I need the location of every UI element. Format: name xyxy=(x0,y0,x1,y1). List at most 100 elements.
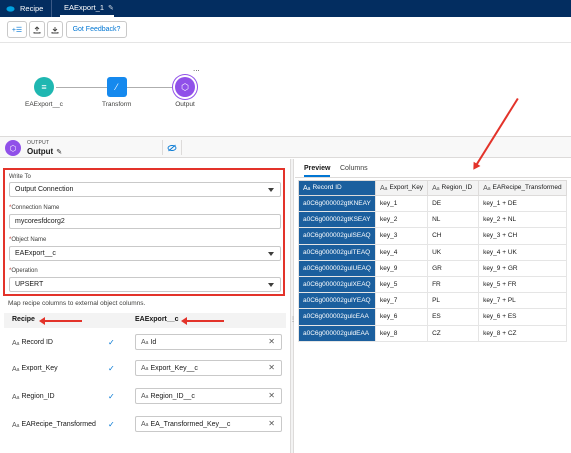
table-cell: a0C6g000002gulSEAQ xyxy=(298,227,376,245)
table-cell: key_5 + FR xyxy=(478,275,568,294)
mapping-target-field[interactable]: Aa Id ✕ xyxy=(135,334,282,350)
text-type-icon: Aa xyxy=(141,392,149,400)
panel-kicker: OUTPUT xyxy=(27,140,50,146)
node-more-menu[interactable]: ... xyxy=(193,64,200,73)
table-row: a0C6g000002gulTEAQ key_4 UK key_4 + UK xyxy=(298,243,568,261)
mapping-source-label: EARecipe_Transformed xyxy=(21,421,96,428)
mapping-source: Aa EARecipe_Transformed xyxy=(12,421,96,429)
table-cell: NL xyxy=(427,211,480,229)
write-to-label: Write To xyxy=(9,174,31,180)
add-data-button[interactable]: +☰ xyxy=(7,21,27,38)
panel-title-text: Output xyxy=(27,147,54,156)
mapping-target-field[interactable]: Aa Export_Key__c ✕ xyxy=(135,360,282,376)
table-cell: key_7 xyxy=(374,292,429,310)
column-header[interactable]: Aa Record ID xyxy=(298,180,376,196)
mapping-target-label: EA_Transformed_Key__c xyxy=(150,420,231,428)
tab-columns[interactable]: Columns xyxy=(340,165,368,172)
table-cell: key_1 + DE xyxy=(478,194,568,213)
text-type-icon: Aa xyxy=(380,185,388,192)
connection-name-label: *Connection Name xyxy=(9,205,59,211)
tab-preview[interactable]: Preview xyxy=(304,165,331,177)
table-cell: a0C6g000002gulYEAQ xyxy=(298,292,376,310)
salesforce-cloud-icon[interactable] xyxy=(6,4,15,13)
table-cell: key_8 xyxy=(374,324,429,342)
node-output[interactable]: ⬡ Output xyxy=(175,77,195,108)
recipe-canvas[interactable]: ≡ EAExport__c ⁄ Transform ⬡ Output ... xyxy=(0,44,571,135)
close-icon[interactable]: ✕ xyxy=(268,337,275,346)
chevron-down-icon xyxy=(268,252,274,256)
column-header-label: Record ID xyxy=(312,184,342,191)
connection-name-input[interactable]: mycoresfdcorg2 xyxy=(9,214,281,229)
table-row: a0C6g000002gulXEAQ key_5 FR key_5 + FR xyxy=(298,275,568,294)
output-hexagon-icon: ⬡ xyxy=(5,140,21,156)
object-name-label-text: Object Name xyxy=(11,237,47,243)
add-data-icon: +☰ xyxy=(11,26,23,34)
table-row: a0C6g000002gtKSEAY key_2 NL key_2 + NL xyxy=(298,211,568,229)
mapping-target-field[interactable]: Aa Region_ID__c ✕ xyxy=(135,388,282,404)
table-cell: key_3 + CH xyxy=(478,227,568,245)
panel-resize-divider[interactable] xyxy=(290,159,294,453)
tab-recipe[interactable]: Recipe xyxy=(20,0,53,17)
operation-label-text: Operation xyxy=(11,268,38,274)
upload-icon xyxy=(33,25,41,33)
tab-eaexport-label: EAExport_1 xyxy=(64,3,105,12)
close-icon[interactable]: ✕ xyxy=(268,419,275,428)
operation-value: UPSERT xyxy=(15,281,44,288)
close-icon[interactable]: ✕ xyxy=(268,391,275,400)
download-button[interactable] xyxy=(47,21,63,38)
table-row: a0C6g000002guldEAA key_8 CZ key_8 + CZ xyxy=(298,324,568,342)
mapping-source-label: Export_Key xyxy=(21,365,58,372)
database-icon: ≡ xyxy=(33,77,54,97)
hide-preview-button[interactable] xyxy=(162,140,182,155)
mapping-col-recipe: Recipe xyxy=(12,316,35,323)
table-cell: key_8 + CZ xyxy=(478,324,568,342)
mapping-target-field[interactable]: Aa EA_Transformed_Key__c ✕ xyxy=(135,416,282,432)
wand-icon: ⁄ xyxy=(106,77,127,97)
node-eaexport[interactable]: ≡ EAExport__c xyxy=(25,77,63,108)
table-cell: a0C6g000002gulXEAQ xyxy=(298,275,376,294)
annotation-arrow xyxy=(39,317,82,325)
text-type-icon: Aa xyxy=(432,185,440,192)
text-type-icon: Aa xyxy=(141,420,149,428)
table-header-row: Aa Record ID Aa Export_Key Aa Region_ID Aa E… xyxy=(298,180,568,196)
column-header-label: Region_ID xyxy=(441,184,473,191)
table-cell: key_5 xyxy=(374,275,429,294)
column-header[interactable]: Aa Region_ID xyxy=(427,180,480,196)
table-cell: a0C6g000002gtKNEAY xyxy=(298,194,376,213)
object-name-select[interactable]: EAExport__c xyxy=(9,246,281,261)
write-to-value: Output Connection xyxy=(15,186,74,193)
operation-select[interactable]: UPSERT xyxy=(9,277,281,292)
close-icon[interactable]: ✕ xyxy=(268,363,275,372)
pencil-icon[interactable]: ✎ xyxy=(108,4,114,12)
write-to-select[interactable]: Output Connection xyxy=(9,182,281,197)
pencil-icon[interactable]: ✎ xyxy=(56,149,62,156)
text-type-icon: Aa xyxy=(12,340,20,347)
text-type-icon: Aa xyxy=(12,422,20,429)
chevron-down-icon xyxy=(268,188,274,192)
connection-name-value: mycoresfdcorg2 xyxy=(15,218,65,225)
flow-edge xyxy=(127,87,177,88)
check-icon: ✓ xyxy=(108,392,115,401)
object-name-label: *Object Name xyxy=(9,237,46,243)
node-transform[interactable]: ⁄ Transform xyxy=(102,77,131,108)
table-cell: GR xyxy=(427,259,480,277)
column-header[interactable]: Aa Export_Key xyxy=(374,180,429,196)
table-cell: ES xyxy=(427,308,480,326)
check-icon: ✓ xyxy=(108,338,115,347)
mapping-source-label: Record ID xyxy=(21,339,53,346)
table-cell: key_7 + PL xyxy=(478,292,568,310)
text-type-icon: Aa xyxy=(12,394,20,401)
object-name-value: EAExport__c xyxy=(15,250,56,257)
table-cell: key_1 xyxy=(374,194,429,213)
tab-eaexport[interactable]: EAExport_1 ✎ xyxy=(60,0,114,17)
column-header[interactable]: Aa EARecipe_Transformed xyxy=(478,180,568,196)
mapping-target-label: Export_Key__c xyxy=(150,364,198,372)
got-feedback-button[interactable]: Got Feedback? xyxy=(66,21,127,38)
table-row: a0C6g000002gulSEAQ key_3 CH key_3 + CH xyxy=(298,227,568,245)
check-icon: ✓ xyxy=(108,420,115,429)
drag-handle-icon[interactable]: ⋮ xyxy=(290,316,296,323)
table-cell: key_2 + NL xyxy=(478,211,568,229)
upload-button[interactable] xyxy=(29,21,45,38)
table-cell: PL xyxy=(427,292,480,310)
mapping-row: Aa Record ID ✓ Aa Id ✕ xyxy=(4,331,286,357)
